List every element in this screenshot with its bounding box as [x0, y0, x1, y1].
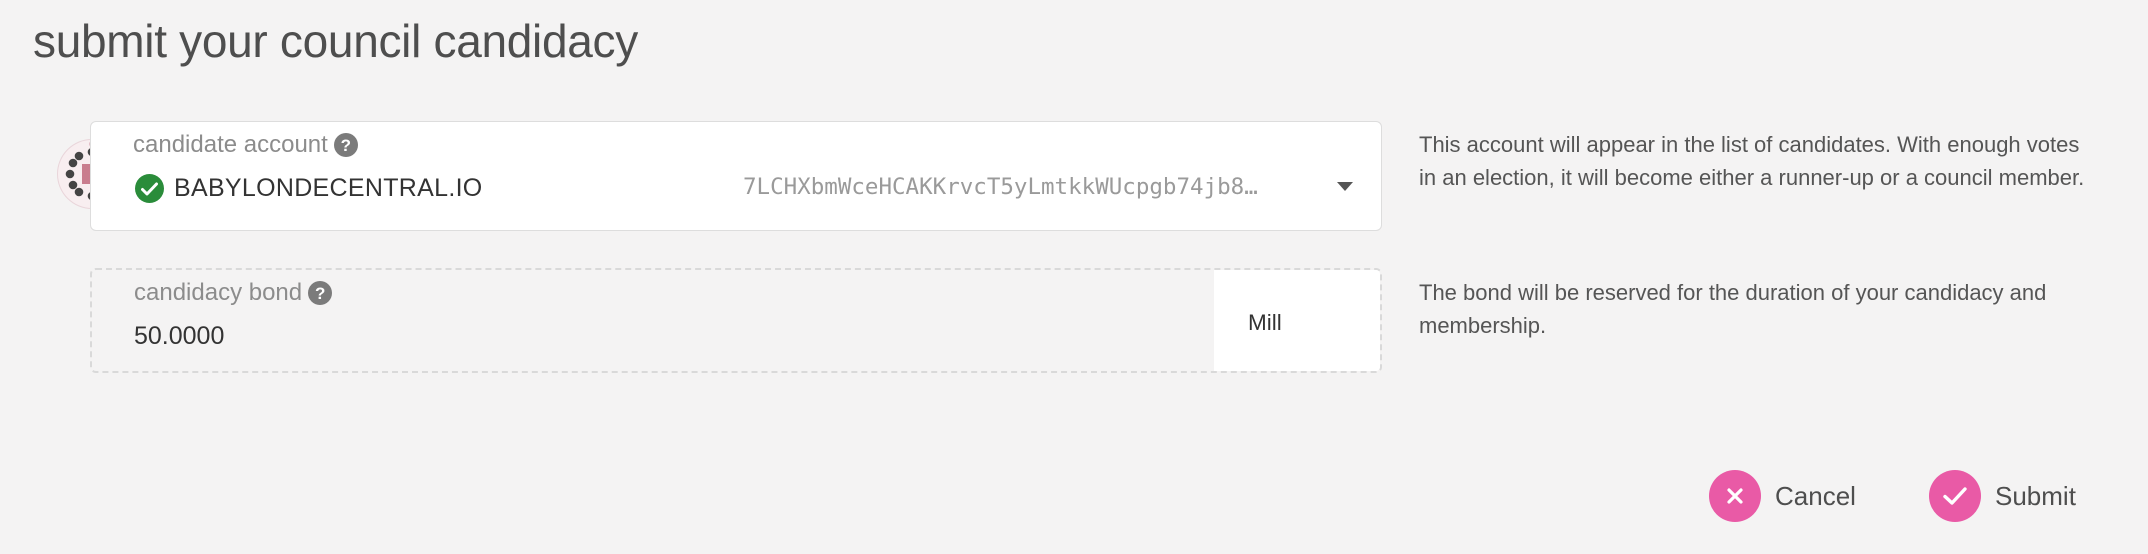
candidacy-bond-field: candidacy bond ? 50.0000 Mill — [90, 268, 1382, 373]
check-icon — [1929, 470, 1981, 522]
bond-unit-label: Mill — [1248, 310, 1282, 335]
candidacy-bond-value: 50.0000 — [134, 322, 225, 350]
modal-title: submit your council candidacy — [33, 15, 638, 67]
chevron-down-icon[interactable] — [1337, 182, 1353, 191]
account-name: BABYLONDECENTRAL.IO — [174, 174, 483, 202]
candidate-account-label: candidate account — [133, 131, 328, 158]
account-address: 7LCHXbmWceHCAKKrvcT5yLmtkkWUcpgb74jb8… — [743, 174, 1258, 200]
candidacy-bond-label-row: candidacy bond ? — [134, 279, 333, 307]
help-icon[interactable]: ? — [333, 133, 358, 157]
check-circle-icon — [135, 174, 164, 203]
close-icon — [1709, 470, 1761, 522]
bond-unit-selector[interactable]: Mill — [1214, 270, 1380, 371]
candidate-account-dropdown[interactable]: candidate account ? BABYLONDECENTRAL.IO … — [90, 121, 1382, 231]
cancel-button[interactable]: Cancel — [1709, 470, 1856, 522]
submit-button[interactable]: Submit — [1929, 470, 2076, 522]
candidate-account-label-row: candidate account ? — [133, 131, 358, 159]
candidacy-bond-label: candidacy bond — [134, 279, 303, 306]
help-icon[interactable]: ? — [308, 281, 333, 305]
selected-account: BABYLONDECENTRAL.IO — [135, 174, 483, 203]
candidate-account-help: This account will appear in the list of … — [1419, 132, 2085, 190]
cancel-button-label: Cancel — [1775, 480, 1856, 511]
submit-button-label: Submit — [1995, 480, 2076, 511]
candidacy-bond-help: The bond will be reserved for the durati… — [1419, 280, 2047, 338]
